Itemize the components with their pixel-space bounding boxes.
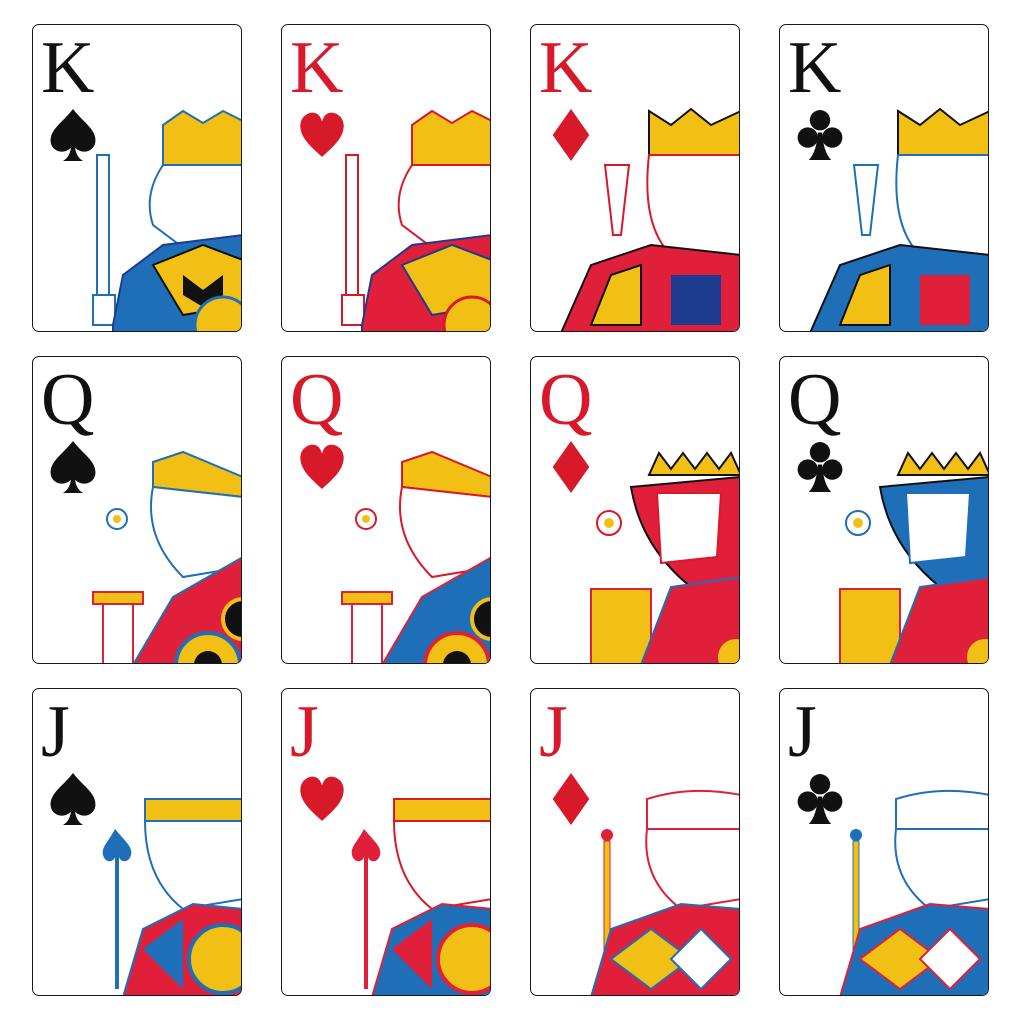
card-jack-of-clubs[interactable]: J xyxy=(779,688,989,996)
card-rank: Q xyxy=(788,359,842,441)
card-jack-of-hearts[interactable]: J xyxy=(281,688,491,996)
card-rank: K xyxy=(788,27,842,109)
card-queen-of-clubs[interactable]: Q xyxy=(779,356,989,664)
club-icon xyxy=(794,439,846,495)
card-queen-of-hearts[interactable]: Q xyxy=(281,356,491,664)
spade-icon xyxy=(47,439,99,495)
card-jack-of-diamonds[interactable]: J xyxy=(530,688,740,996)
card-king-of-hearts[interactable]: K xyxy=(281,24,491,332)
heart-icon xyxy=(296,107,348,163)
card-rank: Q xyxy=(539,359,593,441)
card-rank: J xyxy=(290,691,319,773)
card-king-of-clubs[interactable]: K xyxy=(779,24,989,332)
card-rank: Q xyxy=(290,359,344,441)
card-rank: J xyxy=(788,691,817,773)
spade-icon xyxy=(47,771,99,827)
card-jack-of-spades[interactable]: J xyxy=(32,688,242,996)
diamond-icon xyxy=(545,771,597,827)
card-rank: K xyxy=(41,27,95,109)
club-icon xyxy=(794,107,846,163)
card-rank: K xyxy=(290,27,344,109)
card-rank: K xyxy=(539,27,593,109)
card-rank: J xyxy=(539,691,568,773)
heart-icon xyxy=(296,439,348,495)
diamond-icon xyxy=(545,107,597,163)
diamond-icon xyxy=(545,439,597,495)
spade-icon xyxy=(47,107,99,163)
card-queen-of-spades[interactable]: Q xyxy=(32,356,242,664)
heart-icon xyxy=(296,771,348,827)
card-rank: J xyxy=(41,691,70,773)
card-queen-of-diamonds[interactable]: Q xyxy=(530,356,740,664)
club-icon xyxy=(794,771,846,827)
card-king-of-spades[interactable]: K xyxy=(32,24,242,332)
card-rank: Q xyxy=(41,359,95,441)
card-king-of-diamonds[interactable]: K xyxy=(530,24,740,332)
